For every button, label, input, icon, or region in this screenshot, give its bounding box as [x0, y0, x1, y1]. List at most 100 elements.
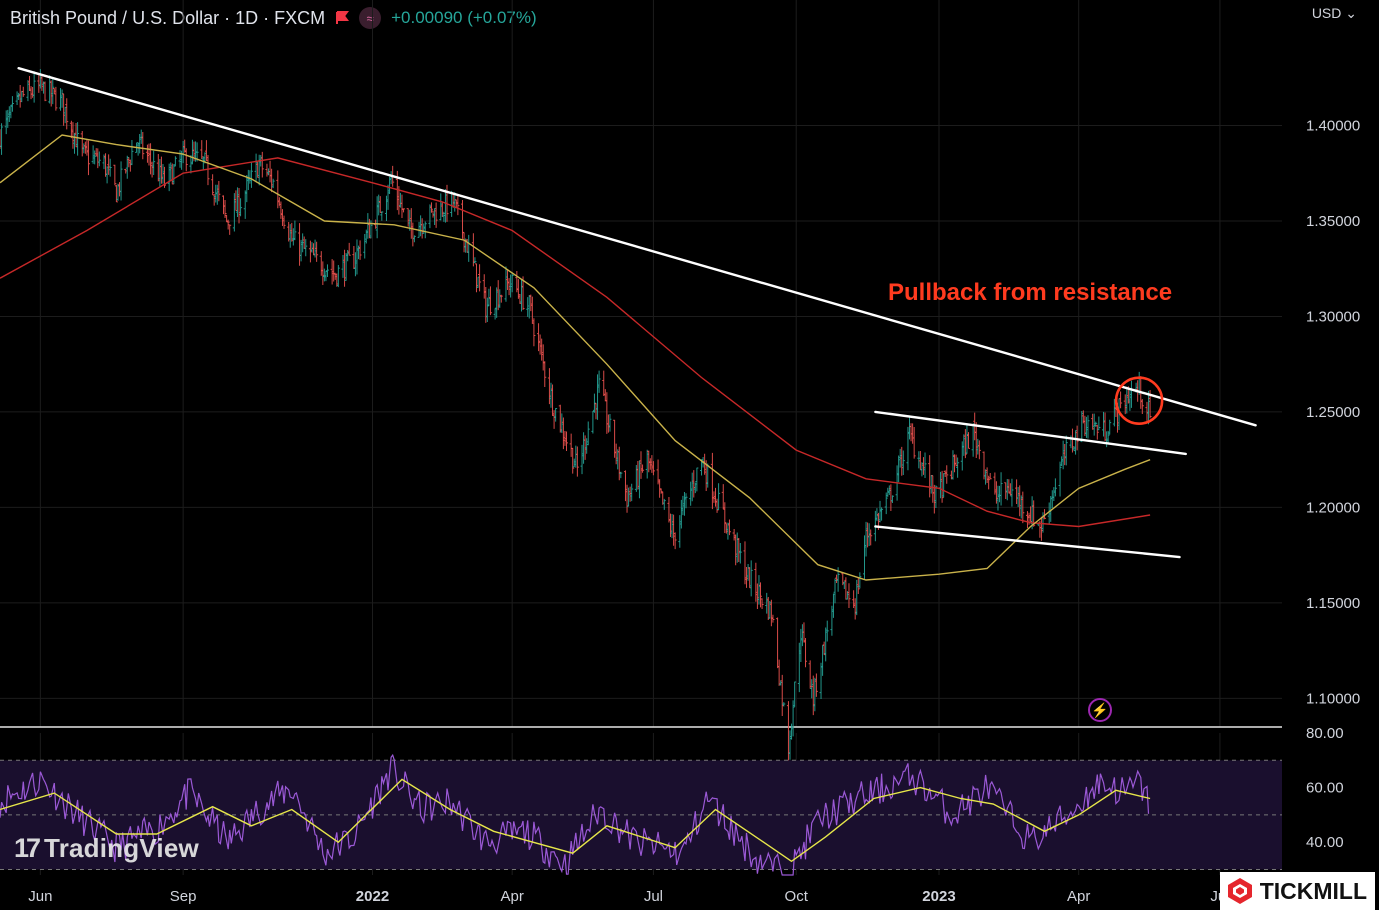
ohlc-bar	[366, 213, 370, 239]
ohlc-bar	[776, 617, 780, 669]
slow-moving-average	[0, 157, 1151, 528]
ohlc-bar	[158, 158, 162, 187]
ohlc-bar	[319, 251, 323, 276]
ohlc-bar	[178, 150, 182, 168]
ohlc-bar	[211, 174, 215, 195]
ohlc-bar	[353, 252, 357, 277]
ohlc-bar	[814, 673, 818, 697]
ohlc-bar	[585, 438, 589, 454]
annotation-text: Pullback from resistance	[888, 279, 1172, 306]
ohlc-bar	[482, 274, 486, 299]
ohlc-bar	[737, 538, 741, 563]
ohlc-bar	[412, 235, 416, 243]
ohlc-bar	[62, 93, 66, 126]
ohlc-bar	[596, 374, 600, 420]
ohlc-bar	[662, 498, 666, 510]
ohlc-bar	[645, 449, 649, 479]
ohlc-bar	[377, 194, 381, 216]
ohlc-bar	[1061, 440, 1065, 470]
ohlc-bar	[869, 529, 873, 546]
time-tick-label: Apr	[501, 888, 524, 905]
price-tick-label: 1.40000	[1306, 117, 1360, 134]
ohlc-bar	[928, 455, 932, 498]
ohlc-bar	[474, 263, 478, 293]
ohlc-bar	[32, 71, 36, 103]
ohlc-bar	[717, 483, 721, 510]
lightning-icon[interactable]: ⚡	[1088, 698, 1112, 722]
ohlc-bar	[923, 452, 927, 478]
ohlc-bar	[833, 578, 837, 604]
ohlc-bar	[221, 195, 225, 215]
ohlc-bar	[26, 80, 30, 102]
ohlc-bar	[748, 567, 752, 589]
ohlc-bar	[113, 164, 117, 186]
ohlc-bar	[799, 628, 803, 662]
ohlc-bar	[386, 184, 390, 210]
ohlc-bar	[1074, 430, 1078, 455]
ohlc-bar	[932, 484, 936, 514]
ohlc-bar	[911, 423, 915, 444]
ohlc-bar	[670, 513, 674, 539]
ohlc-bar	[15, 91, 19, 106]
ohlc-bar	[1092, 413, 1096, 436]
ohlc-bar	[636, 461, 640, 490]
ohlc-bar	[918, 450, 922, 471]
ohlc-bar	[1084, 416, 1088, 438]
ohlc-bar	[695, 467, 699, 492]
ohlc-bar	[543, 361, 547, 388]
ohlc-bar	[74, 123, 78, 148]
ohlc-bar	[617, 446, 621, 481]
ohlc-bar	[454, 199, 458, 208]
ohlc-bar	[1029, 506, 1033, 523]
ohlc-bar	[434, 202, 438, 228]
ohlc-bar	[107, 154, 111, 175]
ohlc-bar	[52, 87, 56, 94]
ohlc-bar	[580, 444, 584, 475]
ohlc-bar	[623, 470, 627, 502]
ohlc-bar	[27, 75, 31, 91]
ohlc-bar	[484, 286, 488, 323]
ohlc-bar	[769, 599, 773, 627]
ohlc-bar	[190, 139, 194, 165]
ohlc-bar	[119, 161, 123, 201]
ohlc-bar	[1086, 415, 1090, 439]
time-tick-label: Jun	[28, 888, 52, 905]
ohlc-bar	[530, 296, 534, 324]
ohlc-bar	[956, 457, 960, 478]
time-tick-label: 2023	[922, 888, 955, 905]
ohlc-bar	[456, 193, 460, 216]
ohlc-bar	[375, 196, 379, 239]
ohlc-bar	[862, 535, 866, 580]
ohlc-bar	[853, 598, 857, 620]
ohlc-bar	[634, 465, 638, 492]
ohlc-bar	[532, 318, 536, 347]
ohlc-bar	[540, 338, 544, 361]
ohlc-bar	[650, 455, 654, 473]
ohlc-bar	[0, 123, 4, 155]
ohlc-bar	[76, 122, 80, 156]
trendline	[17, 66, 1257, 427]
ohlc-bar	[1007, 479, 1011, 494]
ohlc-bar	[1018, 485, 1022, 517]
ohlc-bar	[790, 723, 794, 740]
ohlc-bar	[1108, 419, 1112, 435]
ohlc-bar	[1064, 435, 1068, 466]
ohlc-bar	[813, 677, 817, 712]
ohlc-bar	[880, 507, 884, 521]
ohlc-bar	[384, 195, 388, 222]
ohlc-bar	[293, 220, 297, 241]
ohlc-bar	[344, 253, 348, 281]
ohlc-bar	[97, 151, 101, 167]
ohlc-bar	[760, 598, 764, 609]
ohlc-bar	[608, 413, 612, 432]
ohlc-bar	[409, 208, 413, 239]
ohlc-bar	[603, 389, 607, 402]
ohlc-bar	[777, 659, 781, 686]
ohlc-bar	[613, 419, 617, 458]
ohlc-bar	[656, 459, 660, 485]
ohlc-bar	[169, 162, 173, 181]
price-chart[interactable]: 1.40000 1.35000 1.30000 1.25000 1.20000 1.150…	[0, 0, 1379, 910]
ohlc-bar	[72, 133, 76, 154]
ohlc-bar	[723, 502, 727, 534]
ohlc-bar	[858, 572, 862, 589]
